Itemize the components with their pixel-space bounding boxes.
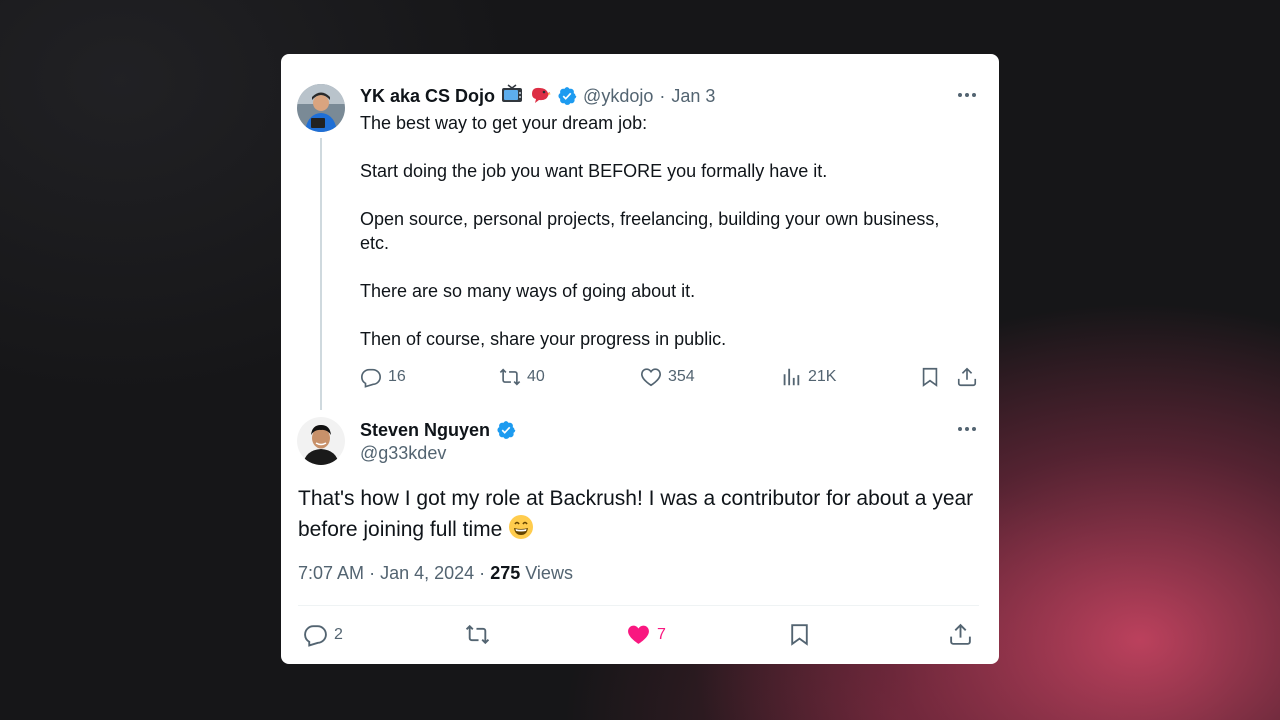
tweet-card: YK aka CS Dojo @ykdojo · Jan 3 The best … [281,54,999,664]
retweet-icon[interactable] [465,622,490,647]
reply-date[interactable]: Jan 4, 2024 [380,563,474,583]
text-line: The best way to get your dream job: [360,113,648,133]
more-options-icon[interactable] [955,83,979,107]
thread-line [320,138,322,410]
reply-header: Steven Nguyen [360,418,516,442]
reply-views-label: Views [525,563,573,583]
avatar-g33kdev[interactable] [297,417,345,465]
reply-views-count: 275 [490,563,521,583]
share-icon[interactable] [956,366,978,388]
share-icon[interactable] [948,622,973,647]
reply-author-name[interactable]: Steven Nguyen [360,420,490,441]
verified-icon [497,421,516,439]
text-line: Start doing the job you want BEFORE you … [360,161,828,181]
views-action[interactable]: 21K [780,366,836,388]
heart-icon [641,368,661,387]
separator-dot: · [659,85,666,106]
divider [298,605,979,606]
grin-emoji [508,514,534,549]
reply-count: 2 [334,625,343,643]
reply-text-part: before joining full time [298,518,503,541]
reply-handle[interactable]: @g33kdev [360,443,446,464]
original-handle[interactable]: @ykdojo [583,86,653,107]
separator-dot: · [479,563,486,583]
reply-icon [304,625,327,647]
reply-time[interactable]: 7:07 AM [298,563,364,583]
heart-filled-icon [628,625,649,644]
text-line: Open source, personal projects, freelanc… [360,209,940,229]
avatar-ykdojo[interactable] [297,84,345,132]
bookmark-icon[interactable] [787,622,812,647]
text-line: etc. [360,233,390,253]
retweet-icon [499,368,521,386]
more-options-icon[interactable] [955,417,979,441]
reply-icon [361,368,381,388]
like-action[interactable]: 7 [626,622,666,647]
separator-dot: · [369,563,376,583]
retweet-action[interactable]: 40 [499,366,545,388]
bookmark-icon[interactable] [919,366,941,388]
reply-count: 16 [388,368,406,385]
original-author-name[interactable]: YK aka CS Dojo [360,86,495,107]
reply-text-part: I was a contributor for about a year [642,487,974,510]
red-bird-icon [529,84,552,109]
reply-meta: 7:07 AM · Jan 4, 2024 · 275 Views [298,563,573,584]
like-count: 7 [657,625,666,643]
retweet-count: 40 [527,368,545,385]
original-text: The best way to get your dream job: Star… [360,111,980,351]
original-date[interactable]: Jan 3 [671,86,715,107]
reply-action[interactable]: 2 [303,622,343,647]
reply-text: That's how I got my role at Backrush! I … [298,484,988,549]
tv-icon [501,83,523,109]
grin-emoji-icon [509,515,534,539]
text-line: There are so many ways of going about it… [360,281,696,301]
text-line: Then of course, share your progress in p… [360,329,727,349]
like-action[interactable]: 354 [640,366,695,388]
view-count: 21K [808,368,837,385]
original-header: YK aka CS Dojo @ykdojo · Jan 3 [360,83,715,109]
verified-icon [558,87,577,105]
like-count: 354 [668,368,695,385]
analytics-icon [783,368,800,386]
reply-action[interactable]: 16 [360,366,406,388]
mention-backrush[interactable]: Backrush! [549,487,642,510]
reply-text-part: That's how I got my role at [298,487,550,510]
